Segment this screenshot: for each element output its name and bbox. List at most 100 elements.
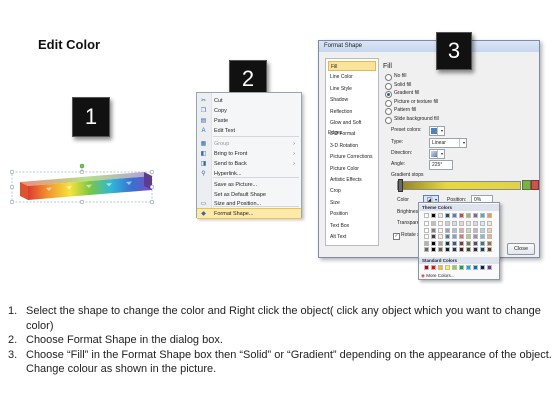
sidebar-item-picture-corrections[interactable]: Picture Corrections (328, 152, 376, 162)
theme-color-shade-swatch[interactable] (452, 227, 457, 233)
angle-input[interactable]: 225° (429, 160, 453, 170)
theme-color-shade-swatch[interactable] (466, 227, 471, 233)
sidebar-item-line-color[interactable]: Line Color (328, 72, 376, 82)
remove-stop-icon[interactable] (531, 180, 539, 190)
theme-color-shade-swatch[interactable] (466, 240, 471, 246)
theme-color-shade-swatch[interactable] (473, 247, 478, 252)
menu-item-edit-text[interactable]: A Edit Text (197, 126, 301, 136)
theme-color-shade-swatch[interactable] (431, 247, 436, 252)
theme-color-shade-swatch[interactable] (487, 221, 492, 226)
theme-color-shade-swatch[interactable] (473, 227, 478, 233)
menu-item-save-as-picture[interactable]: Save as Picture... (197, 180, 301, 190)
sidebar-item-text-box[interactable]: Text Box (328, 221, 376, 231)
theme-color-swatch[interactable] (431, 213, 436, 218)
menu-item-group[interactable]: ▦ Group › (197, 139, 301, 149)
theme-color-shade-swatch[interactable] (424, 221, 429, 226)
fill-radio-5[interactable] (385, 117, 392, 124)
fill-radio-3[interactable] (385, 99, 392, 107)
selected-shape[interactable] (6, 160, 166, 210)
theme-color-shade-swatch[interactable] (438, 234, 443, 239)
more-colors-item[interactable]: ◉ More Colors... (421, 272, 497, 279)
menu-item-paste[interactable]: ▤ Paste (197, 116, 301, 126)
theme-color-shade-swatch[interactable] (480, 234, 485, 239)
sidebar-item-line-style[interactable]: Line Style (328, 84, 376, 94)
sidebar-item-artistic-effects[interactable]: Artistic Effects (328, 175, 376, 185)
standard-color-swatch[interactable] (431, 265, 436, 270)
menu-item-format-shape[interactable]: ◆ Format Shape... (197, 208, 301, 219)
theme-color-shade-swatch[interactable] (431, 240, 436, 246)
standard-color-swatch[interactable] (424, 265, 429, 270)
theme-color-shade-swatch[interactable] (473, 240, 478, 246)
theme-color-shade-swatch[interactable] (480, 221, 485, 226)
sidebar-item-picture-color[interactable]: Picture Color (328, 164, 376, 174)
theme-color-shade-swatch[interactable] (452, 221, 457, 226)
theme-color-shade-swatch[interactable] (480, 247, 485, 252)
theme-color-shade-swatch[interactable] (438, 221, 443, 226)
sidebar-item-size[interactable]: Size (328, 198, 376, 208)
theme-color-shade-swatch[interactable] (452, 234, 457, 239)
theme-color-shade-swatch[interactable] (431, 227, 436, 233)
theme-color-shade-swatch[interactable] (445, 234, 450, 239)
theme-color-swatch[interactable] (487, 213, 492, 218)
standard-color-swatch[interactable] (487, 265, 492, 270)
theme-color-shade-swatch[interactable] (487, 227, 492, 233)
close-button[interactable]: Close (507, 243, 535, 255)
fill-radio-0[interactable] (385, 74, 392, 81)
standard-color-swatch[interactable] (445, 265, 450, 270)
theme-color-shade-swatch[interactable] (487, 240, 492, 246)
direction-dropdown[interactable]: ▾ (429, 149, 445, 159)
standard-color-swatch[interactable] (473, 265, 478, 270)
theme-color-shade-swatch[interactable] (459, 240, 464, 246)
sidebar-item-alt-text[interactable]: Alt Text (328, 232, 376, 242)
sidebar-item-3-d-format[interactable]: 3-D Format (328, 129, 376, 139)
gradient-stops-bar[interactable] (397, 181, 521, 190)
theme-color-shade-swatch[interactable] (487, 247, 492, 252)
theme-color-shade-swatch[interactable] (452, 247, 457, 252)
sidebar-item-3-d-rotation[interactable]: 3-D Rotation (328, 141, 376, 151)
standard-color-swatch[interactable] (466, 265, 471, 270)
type-dropdown[interactable]: Linear ▾ (429, 138, 467, 148)
fill-radio-1[interactable] (385, 82, 392, 90)
theme-color-swatch[interactable] (480, 213, 485, 218)
fill-radio-4[interactable] (385, 108, 392, 116)
theme-color-shade-swatch[interactable] (480, 240, 485, 246)
standard-color-swatch[interactable] (459, 265, 464, 270)
preset-colors-dropdown[interactable]: ▾ (429, 126, 445, 136)
rotate-checkbox[interactable]: ✓ (393, 233, 400, 240)
theme-color-shade-swatch[interactable] (459, 234, 464, 239)
theme-color-swatch[interactable] (445, 213, 450, 218)
theme-color-shade-swatch[interactable] (445, 247, 450, 252)
theme-color-shade-swatch[interactable] (438, 227, 443, 233)
sidebar-item-crop[interactable]: Crop (328, 186, 376, 196)
theme-color-shade-swatch[interactable] (438, 247, 443, 252)
theme-color-shade-swatch[interactable] (480, 227, 485, 233)
theme-color-shade-swatch[interactable] (438, 240, 443, 246)
theme-color-shade-swatch[interactable] (445, 227, 450, 233)
menu-item-cut[interactable]: ✂ Cut (197, 96, 301, 106)
theme-color-shade-swatch[interactable] (431, 234, 436, 239)
standard-color-swatch[interactable] (480, 265, 485, 270)
theme-color-swatch[interactable] (473, 213, 478, 218)
theme-color-shade-swatch[interactable] (424, 247, 429, 252)
theme-color-shade-swatch[interactable] (473, 234, 478, 239)
theme-color-shade-swatch[interactable] (445, 221, 450, 226)
theme-color-swatch[interactable] (438, 213, 443, 218)
theme-color-shade-swatch[interactable] (466, 234, 471, 239)
theme-color-shade-swatch[interactable] (466, 247, 471, 252)
menu-item-copy[interactable]: ❐ Copy (197, 106, 301, 116)
sidebar-item-fill[interactable]: Fill (328, 61, 376, 71)
theme-color-shade-swatch[interactable] (424, 227, 429, 233)
theme-color-shade-swatch[interactable] (459, 247, 464, 252)
sidebar-item-shadow[interactable]: Shadow (328, 95, 376, 105)
menu-item-bring-to-front[interactable]: ◧ Bring to Front › (197, 149, 301, 159)
fill-radio-2[interactable] (385, 91, 392, 99)
sidebar-item-position[interactable]: Position (328, 209, 376, 219)
theme-color-shade-swatch[interactable] (424, 240, 429, 246)
add-stop-icon[interactable] (522, 180, 531, 190)
theme-color-shade-swatch[interactable] (445, 240, 450, 246)
theme-color-shade-swatch[interactable] (473, 221, 478, 226)
sidebar-item-reflection[interactable]: Reflection (328, 107, 376, 117)
menu-item-send-to-back[interactable]: ◨ Send to Back › (197, 159, 301, 169)
theme-color-shade-swatch[interactable] (431, 221, 436, 226)
theme-color-shade-swatch[interactable] (424, 234, 429, 239)
